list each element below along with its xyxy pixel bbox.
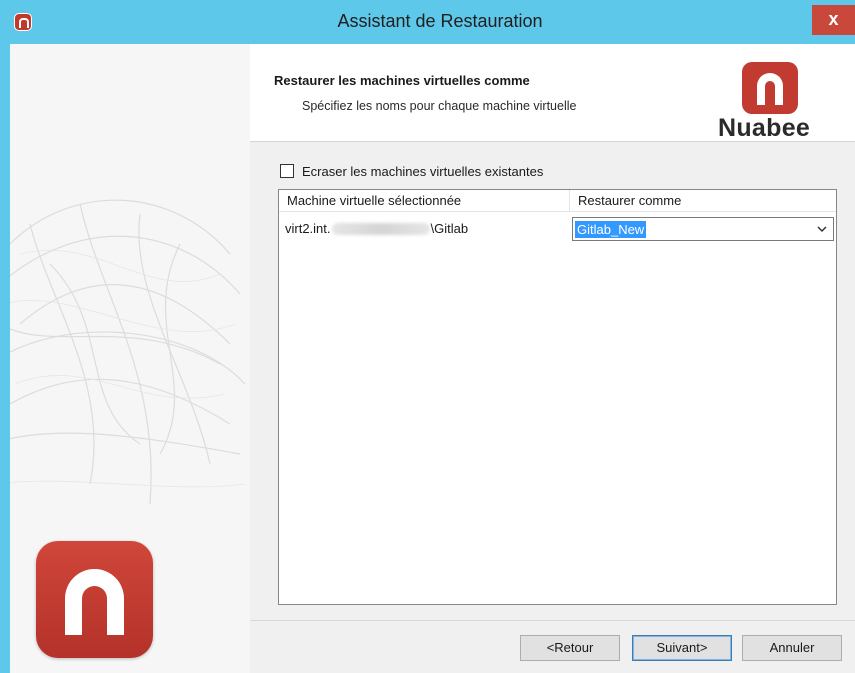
restore-as-value[interactable]: Gitlab_New [575,221,647,238]
page-subtitle: Spécifiez les noms pour chaque machine v… [302,99,577,113]
vm-name-prefix: virt2.int. [285,221,331,236]
table-row[interactable]: virt2.int. \Gitlab Gitlab_New [279,216,836,242]
overwrite-option[interactable]: Ecraser les machines virtuelles existant… [280,161,543,181]
vm-rename-table[interactable]: Machine virtuelle sélectionnée Restaurer… [278,189,837,605]
restore-wizard-window: Assistant de Restauration x Restaurer le… [0,0,855,673]
nuabee-logo-icon [742,62,798,114]
decorative-swirl [10,199,246,505]
title-bar[interactable]: Assistant de Restauration x [0,0,855,44]
column-header-restore-as[interactable]: Restaurer comme [570,190,836,212]
side-panel [10,44,250,673]
table-header: Machine virtuelle sélectionnée Restaurer… [279,190,836,212]
close-button[interactable]: x [812,5,855,35]
window-title: Assistant de Restauration [337,11,543,31]
vm-name-suffix: \Gitlab [430,221,469,236]
selected-vm-cell: virt2.int. \Gitlab [285,221,468,236]
back-button[interactable]: <Retour [520,635,620,661]
footer-divider [250,620,855,621]
restore-as-combobox[interactable]: Gitlab_New [572,217,834,241]
overwrite-label[interactable]: Ecraser les machines virtuelles existant… [302,164,543,179]
overwrite-checkbox[interactable] [280,164,294,178]
brand-name: Nuabee [718,114,811,142]
wizard-client-area: Restaurer les machines virtuelles comme … [10,44,855,673]
cancel-button[interactable]: Annuler [742,635,842,661]
wizard-header: Restaurer les machines virtuelles comme … [250,44,855,142]
column-header-selected-vm[interactable]: Machine virtuelle sélectionnée [279,190,570,212]
chevron-down-icon[interactable] [815,222,829,236]
nuabee-large-logo-icon [36,541,153,658]
next-button[interactable]: Suivant> [632,635,732,661]
redacted-text [331,222,430,235]
page-title: Restaurer les machines virtuelles comme [274,73,530,88]
